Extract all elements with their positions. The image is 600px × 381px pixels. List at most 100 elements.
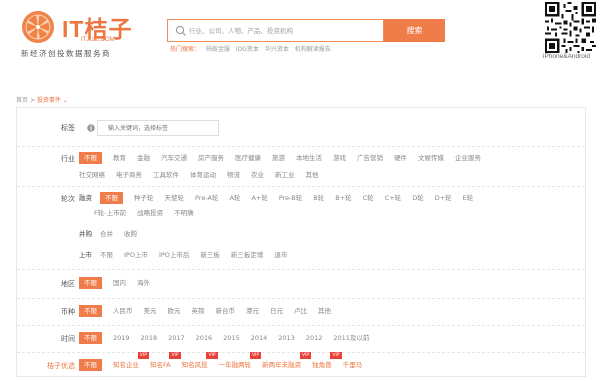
- filter-option[interactable]: 海外: [137, 277, 150, 289]
- filter-option[interactable]: 新三板: [200, 249, 220, 261]
- filter-option[interactable]: 电子商务: [116, 169, 142, 181]
- filter-option-vip[interactable]: 新两年未融资 VIP: [262, 352, 312, 371]
- filter-option-vip[interactable]: 知名企业 VIP: [113, 352, 149, 371]
- filter-option[interactable]: 日元: [270, 305, 283, 317]
- filter-option[interactable]: 2018: [141, 332, 158, 344]
- filter-option-all[interactable]: 不限: [100, 192, 123, 204]
- filter-option-all[interactable]: 不限: [79, 305, 102, 317]
- hot-search-link[interactable]: IDG资本: [236, 46, 259, 53]
- filter-option[interactable]: 教育: [113, 152, 126, 164]
- filter-option-all[interactable]: 不限: [79, 277, 102, 289]
- filter-option[interactable]: 新工业: [275, 169, 295, 181]
- filter-option-label: 知名风投: [181, 361, 208, 369]
- filter-label: 行业: [61, 155, 75, 163]
- breadcrumb-current[interactable]: 投资事件: [37, 97, 61, 104]
- filter-option-vip[interactable]: 独角兽 VIP: [312, 352, 342, 371]
- filter-option-vip[interactable]: 一年融两轮 VIP: [219, 352, 262, 371]
- filter-option[interactable]: Pre-B轮: [279, 192, 302, 204]
- vip-badge: VIP: [169, 352, 181, 359]
- filter-option-label: 独角兽: [312, 361, 332, 369]
- filter-option[interactable]: 战略投资: [137, 207, 163, 219]
- filter-option[interactable]: 2016: [196, 332, 213, 344]
- filter-option[interactable]: 硬件: [394, 152, 407, 164]
- filter-option[interactable]: 工具软件: [153, 169, 179, 181]
- filter-label: 地区: [61, 280, 75, 288]
- filter-option[interactable]: 广告营销: [357, 152, 383, 164]
- search-input[interactable]: [189, 21, 379, 40]
- filter-option[interactable]: 千里马: [343, 359, 363, 371]
- filter-option[interactable]: IPO上市后: [159, 249, 189, 261]
- filter-option[interactable]: 其他: [318, 305, 331, 317]
- chevron-down-icon[interactable]: ⌄: [63, 97, 68, 104]
- filter-option[interactable]: 美元: [144, 305, 157, 317]
- filter-option[interactable]: 农业: [251, 169, 264, 181]
- filter-option[interactable]: 合并: [100, 228, 113, 240]
- filter-option[interactable]: 汽车交通: [161, 152, 187, 164]
- filter-option[interactable]: A+轮: [251, 192, 267, 204]
- breadcrumb: 首页 > 投资事件 ⌄: [16, 95, 68, 104]
- filter-option-all[interactable]: 不限: [79, 359, 102, 371]
- filter-option[interactable]: 游戏: [333, 152, 346, 164]
- filter-option[interactable]: IPO上市: [124, 249, 148, 261]
- filter-option[interactable]: 文娱传媒: [418, 152, 444, 164]
- filter-option[interactable]: 金融: [137, 152, 150, 164]
- filter-option[interactable]: D轮: [412, 192, 424, 204]
- filter-option[interactable]: B+轮: [335, 192, 351, 204]
- filter-option[interactable]: 港元: [246, 305, 259, 317]
- filter-option[interactable]: 2019: [113, 332, 130, 344]
- breadcrumb-home[interactable]: 首页: [16, 97, 28, 104]
- tag-search-input[interactable]: [97, 120, 219, 136]
- filter-option[interactable]: A轮: [229, 192, 240, 204]
- filter-option[interactable]: 2014: [251, 332, 268, 344]
- filter-option-all[interactable]: 不限: [79, 332, 102, 344]
- info-icon[interactable]: [87, 124, 95, 132]
- filter-option[interactable]: 企业服务: [455, 152, 481, 164]
- filter-option[interactable]: 人民币: [113, 305, 133, 317]
- filter-option[interactable]: 2015: [223, 332, 240, 344]
- filter-option-vip[interactable]: 知名风投 VIP: [181, 352, 218, 371]
- filter-option[interactable]: 种子轮: [134, 192, 154, 204]
- hot-search-link[interactable]: 蚂蚁金服: [206, 46, 230, 53]
- filter-option[interactable]: 新台币: [216, 305, 236, 317]
- hot-search-link[interactable]: 华兴资本: [265, 46, 289, 53]
- filter-option[interactable]: 房产服务: [198, 152, 224, 164]
- filter-option[interactable]: 旅游: [272, 152, 285, 164]
- filter-option[interactable]: C+轮: [385, 192, 402, 204]
- filter-option[interactable]: 物流: [227, 169, 240, 181]
- filter-option[interactable]: 2012: [306, 332, 323, 344]
- filter-option[interactable]: D+轮: [435, 192, 452, 204]
- filter-option[interactable]: 医疗健康: [235, 152, 261, 164]
- filter-option[interactable]: C轮: [363, 192, 374, 204]
- filter-option[interactable]: 收购: [124, 228, 137, 240]
- qr-code-icon: [545, 2, 596, 53]
- filter-option[interactable]: 国内: [113, 277, 126, 289]
- filter-option[interactable]: 新三板定增: [231, 249, 264, 261]
- filter-option[interactable]: 2013: [278, 332, 295, 344]
- filter-option-all[interactable]: 不限: [79, 152, 102, 164]
- filter-option[interactable]: 退市: [274, 249, 287, 261]
- filter-option-all[interactable]: 不限: [100, 249, 113, 261]
- filter-option[interactable]: 2011及以前: [333, 332, 369, 344]
- juzi-pick-options: 不限 知名企业 VIP 知名FA VIP 知名风投 VIP 一年融两轮 VIP 新两年未融资 VIP…: [79, 352, 373, 371]
- search-button[interactable]: 搜索: [384, 19, 445, 42]
- filter-row-currency: 币种 不限 人民币 美元 欧元 英镑 新台币 港元 日元 卢比 其他: [17, 305, 585, 319]
- filter-option[interactable]: 体育运动: [190, 169, 216, 181]
- filter-option[interactable]: B轮: [313, 192, 324, 204]
- filter-option[interactable]: F轮-上市前: [94, 207, 126, 219]
- site-logo[interactable]: IT桔子 ITJUZI.COM 新经济创投数据服务商: [21, 8, 181, 58]
- industry-options-more: 社交网络 电子商务 工具软件 体育运动 物流 农业 新工业 其他: [79, 169, 330, 181]
- filter-option[interactable]: 本地生活: [296, 152, 322, 164]
- filter-option[interactable]: 欧元: [168, 305, 181, 317]
- filter-option[interactable]: 不明确: [174, 207, 194, 219]
- hot-search-link[interactable]: 机构解读报告: [295, 46, 331, 53]
- filter-option-vip[interactable]: 知名FA VIP: [150, 352, 181, 371]
- filter-option[interactable]: 2017: [168, 332, 185, 344]
- filter-option[interactable]: 其他: [306, 169, 319, 181]
- filter-option[interactable]: Pre-A轮: [195, 192, 218, 204]
- filter-option[interactable]: E轮: [463, 192, 474, 204]
- time-options: 不限 2019 2018 2017 2016 2015 2014 2013 2012 2011及以…: [79, 332, 380, 344]
- filter-option[interactable]: 天使轮: [165, 192, 185, 204]
- filter-option[interactable]: 社交网络: [79, 169, 105, 181]
- filter-option[interactable]: 卢比: [294, 305, 307, 317]
- filter-option[interactable]: 英镑: [192, 305, 205, 317]
